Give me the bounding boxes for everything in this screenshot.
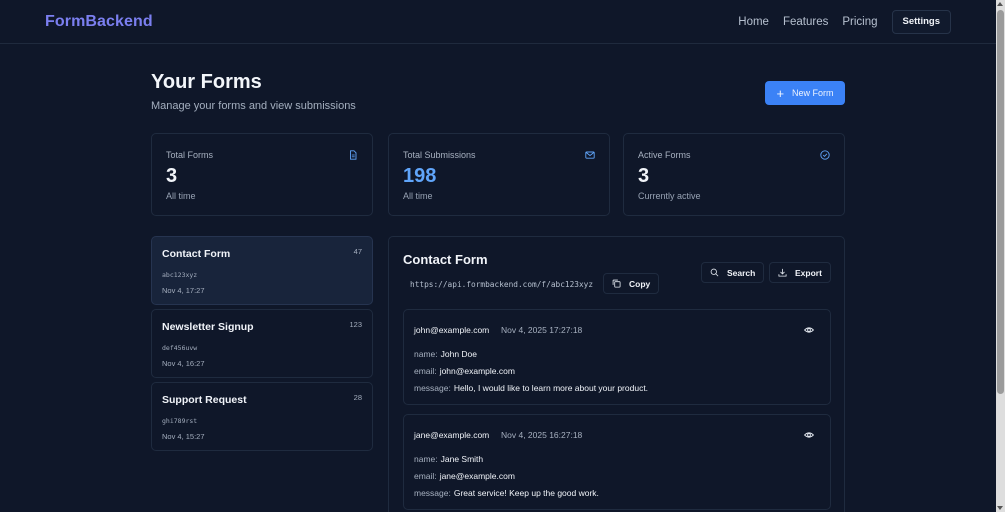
endpoint-url[interactable]: https://api.formbackend.com/f/abc123xyz (403, 275, 601, 293)
page-title: Your Forms (151, 71, 262, 93)
form-name: Support Request (162, 394, 247, 406)
submission-card: jane@example.com Nov 4, 2025 16:27:18 na… (403, 414, 831, 510)
submission-field-email: email: john@example.com (414, 366, 515, 376)
form-detail-panel: Contact Form https://api.formbackend.com… (388, 236, 845, 512)
stat-value: 3 (166, 165, 178, 187)
submission-field-email: email: jane@example.com (414, 471, 515, 481)
page-subtitle: Manage your forms and view submissions (151, 100, 356, 112)
field-value: John Doe (440, 349, 478, 359)
field-key: email: (414, 366, 437, 376)
stat-card-total-forms: Total Forms 3 All time (151, 133, 373, 216)
nav-link-pricing[interactable]: Pricing (842, 16, 877, 28)
field-value: Great service! Keep up the good work. (453, 488, 599, 498)
form-slug: abc123xyz (162, 271, 198, 279)
settings-button[interactable]: Settings (891, 9, 951, 34)
copy-icon (612, 279, 621, 288)
submission-count: 47 (353, 247, 362, 256)
stat-foot: All time (166, 191, 196, 201)
stat-card-active-forms: Active Forms 3 Currently active (623, 133, 845, 216)
form-date: Nov 4, 15:27 (162, 432, 205, 441)
eye-icon[interactable] (804, 325, 814, 335)
stat-foot: Currently active (638, 191, 701, 201)
stat-foot: All time (403, 191, 433, 201)
field-key: message: (414, 488, 451, 498)
submission-field-name: name: Jane Smith (414, 454, 483, 464)
field-value: Hello, I would like to learn more about … (453, 383, 649, 393)
form-name: Newsletter Signup (162, 321, 254, 333)
stat-value: 198 (403, 165, 437, 187)
submission-field-message: message: Hello, I would like to learn mor… (414, 383, 648, 393)
scroll-thumb[interactable] (997, 10, 1004, 394)
submission-field-name: name: John Doe (414, 349, 477, 359)
search-icon (710, 268, 719, 277)
submission-field-message: message: Great service! Keep up the good … (414, 488, 599, 498)
submission-count: 123 (349, 320, 362, 329)
nav-link-features[interactable]: Features (783, 16, 828, 28)
eye-icon[interactable] (804, 430, 814, 440)
submission-email: jane@example.com (414, 430, 490, 440)
submission-card: john@example.com Nov 4, 2025 17:27:18 na… (403, 309, 831, 405)
new-form-label: New Form (792, 88, 834, 98)
page-scrollbar[interactable] (996, 0, 1005, 512)
export-label: Export (795, 267, 822, 278)
stat-label: Active Forms (638, 150, 691, 160)
logo[interactable]: FormBackend (45, 13, 153, 31)
stat-value: 3 (638, 165, 650, 187)
new-form-button[interactable]: + New Form (765, 81, 845, 105)
form-name: Contact Form (162, 248, 231, 260)
submission-time: Nov 4, 2025 17:27:18 (501, 325, 583, 335)
form-date: Nov 4, 16:27 (162, 359, 205, 368)
submission-time: Nov 4, 2025 16:27:18 (501, 430, 583, 440)
field-value: john@example.com (439, 366, 515, 376)
field-key: message: (414, 383, 451, 393)
document-icon (350, 150, 357, 160)
form-list-item-contact[interactable]: Contact Form 47 abc123xyz Nov 4, 17:27 (151, 236, 373, 305)
stat-card-total-submissions: Total Submissions 198 All time (388, 133, 610, 216)
submission-email: john@example.com (414, 325, 490, 335)
copy-label: Copy (629, 278, 651, 289)
export-button[interactable]: Export (769, 262, 831, 283)
form-slug: ghi789rst (162, 417, 198, 425)
form-slug: def456uvw (162, 344, 198, 352)
top-navbar: FormBackend Home Features Pricing Settin… (0, 0, 996, 44)
plus-icon: + (776, 85, 785, 101)
download-icon (778, 268, 787, 277)
scroll-up-arrow-icon[interactable] (997, 2, 1003, 6)
field-value: Jane Smith (440, 454, 484, 464)
nav-link-home[interactable]: Home (738, 16, 769, 28)
scroll-down-arrow-icon[interactable] (997, 506, 1003, 510)
mail-icon (585, 151, 595, 159)
stat-label: Total Forms (166, 150, 214, 160)
detail-title: Contact Form (403, 252, 488, 267)
field-key: email: (414, 471, 437, 481)
search-button[interactable]: Search (701, 262, 765, 283)
copy-button[interactable]: Copy (603, 273, 660, 294)
field-value: jane@example.com (439, 471, 515, 481)
field-key: name: (414, 349, 438, 359)
search-label: Search (727, 267, 756, 278)
check-circle-icon (820, 150, 830, 160)
field-key: name: (414, 454, 438, 464)
nav-links: Home Features Pricing Settings (738, 9, 951, 34)
form-list-item-newsletter[interactable]: Newsletter Signup 123 def456uvw Nov 4, 1… (151, 309, 373, 378)
submission-count: 28 (353, 393, 362, 402)
form-date: Nov 4, 17:27 (162, 286, 205, 295)
stat-label: Total Submissions (403, 150, 476, 160)
form-list-item-support[interactable]: Support Request 28 ghi789rst Nov 4, 15:2… (151, 382, 373, 451)
